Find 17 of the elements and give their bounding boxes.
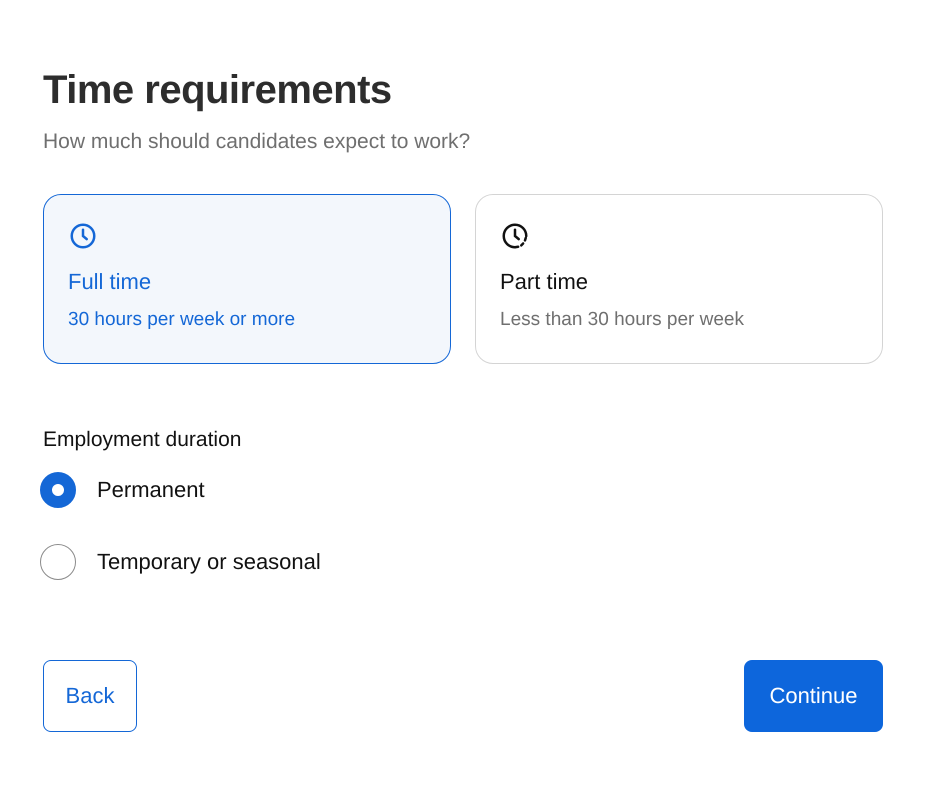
option-card[interactable]: Part time Less than 30 hours per week (475, 194, 883, 364)
section-label: Employment duration (43, 428, 242, 452)
page-subtitle: How much should candidates expect to work? (43, 130, 472, 154)
page-title: Time requirements (43, 67, 393, 114)
clock-icon (68, 221, 98, 251)
option-description: Less than 30 hours per week (500, 309, 745, 331)
option-title: Full time (68, 269, 152, 295)
back-button[interactable]: Back (43, 660, 137, 732)
radio-button[interactable] (40, 544, 76, 580)
partial-clock-icon (500, 221, 530, 251)
radio-label[interactable]: Permanent (97, 477, 205, 503)
continue-button[interactable]: Continue (744, 660, 883, 732)
option-card[interactable]: Full time 30 hours per week or more (43, 194, 451, 364)
option-description: 30 hours per week or more (68, 309, 296, 331)
option-title: Part time (500, 269, 590, 295)
radio-label[interactable]: Temporary or seasonal (97, 549, 321, 575)
radio-button[interactable] (40, 472, 76, 508)
